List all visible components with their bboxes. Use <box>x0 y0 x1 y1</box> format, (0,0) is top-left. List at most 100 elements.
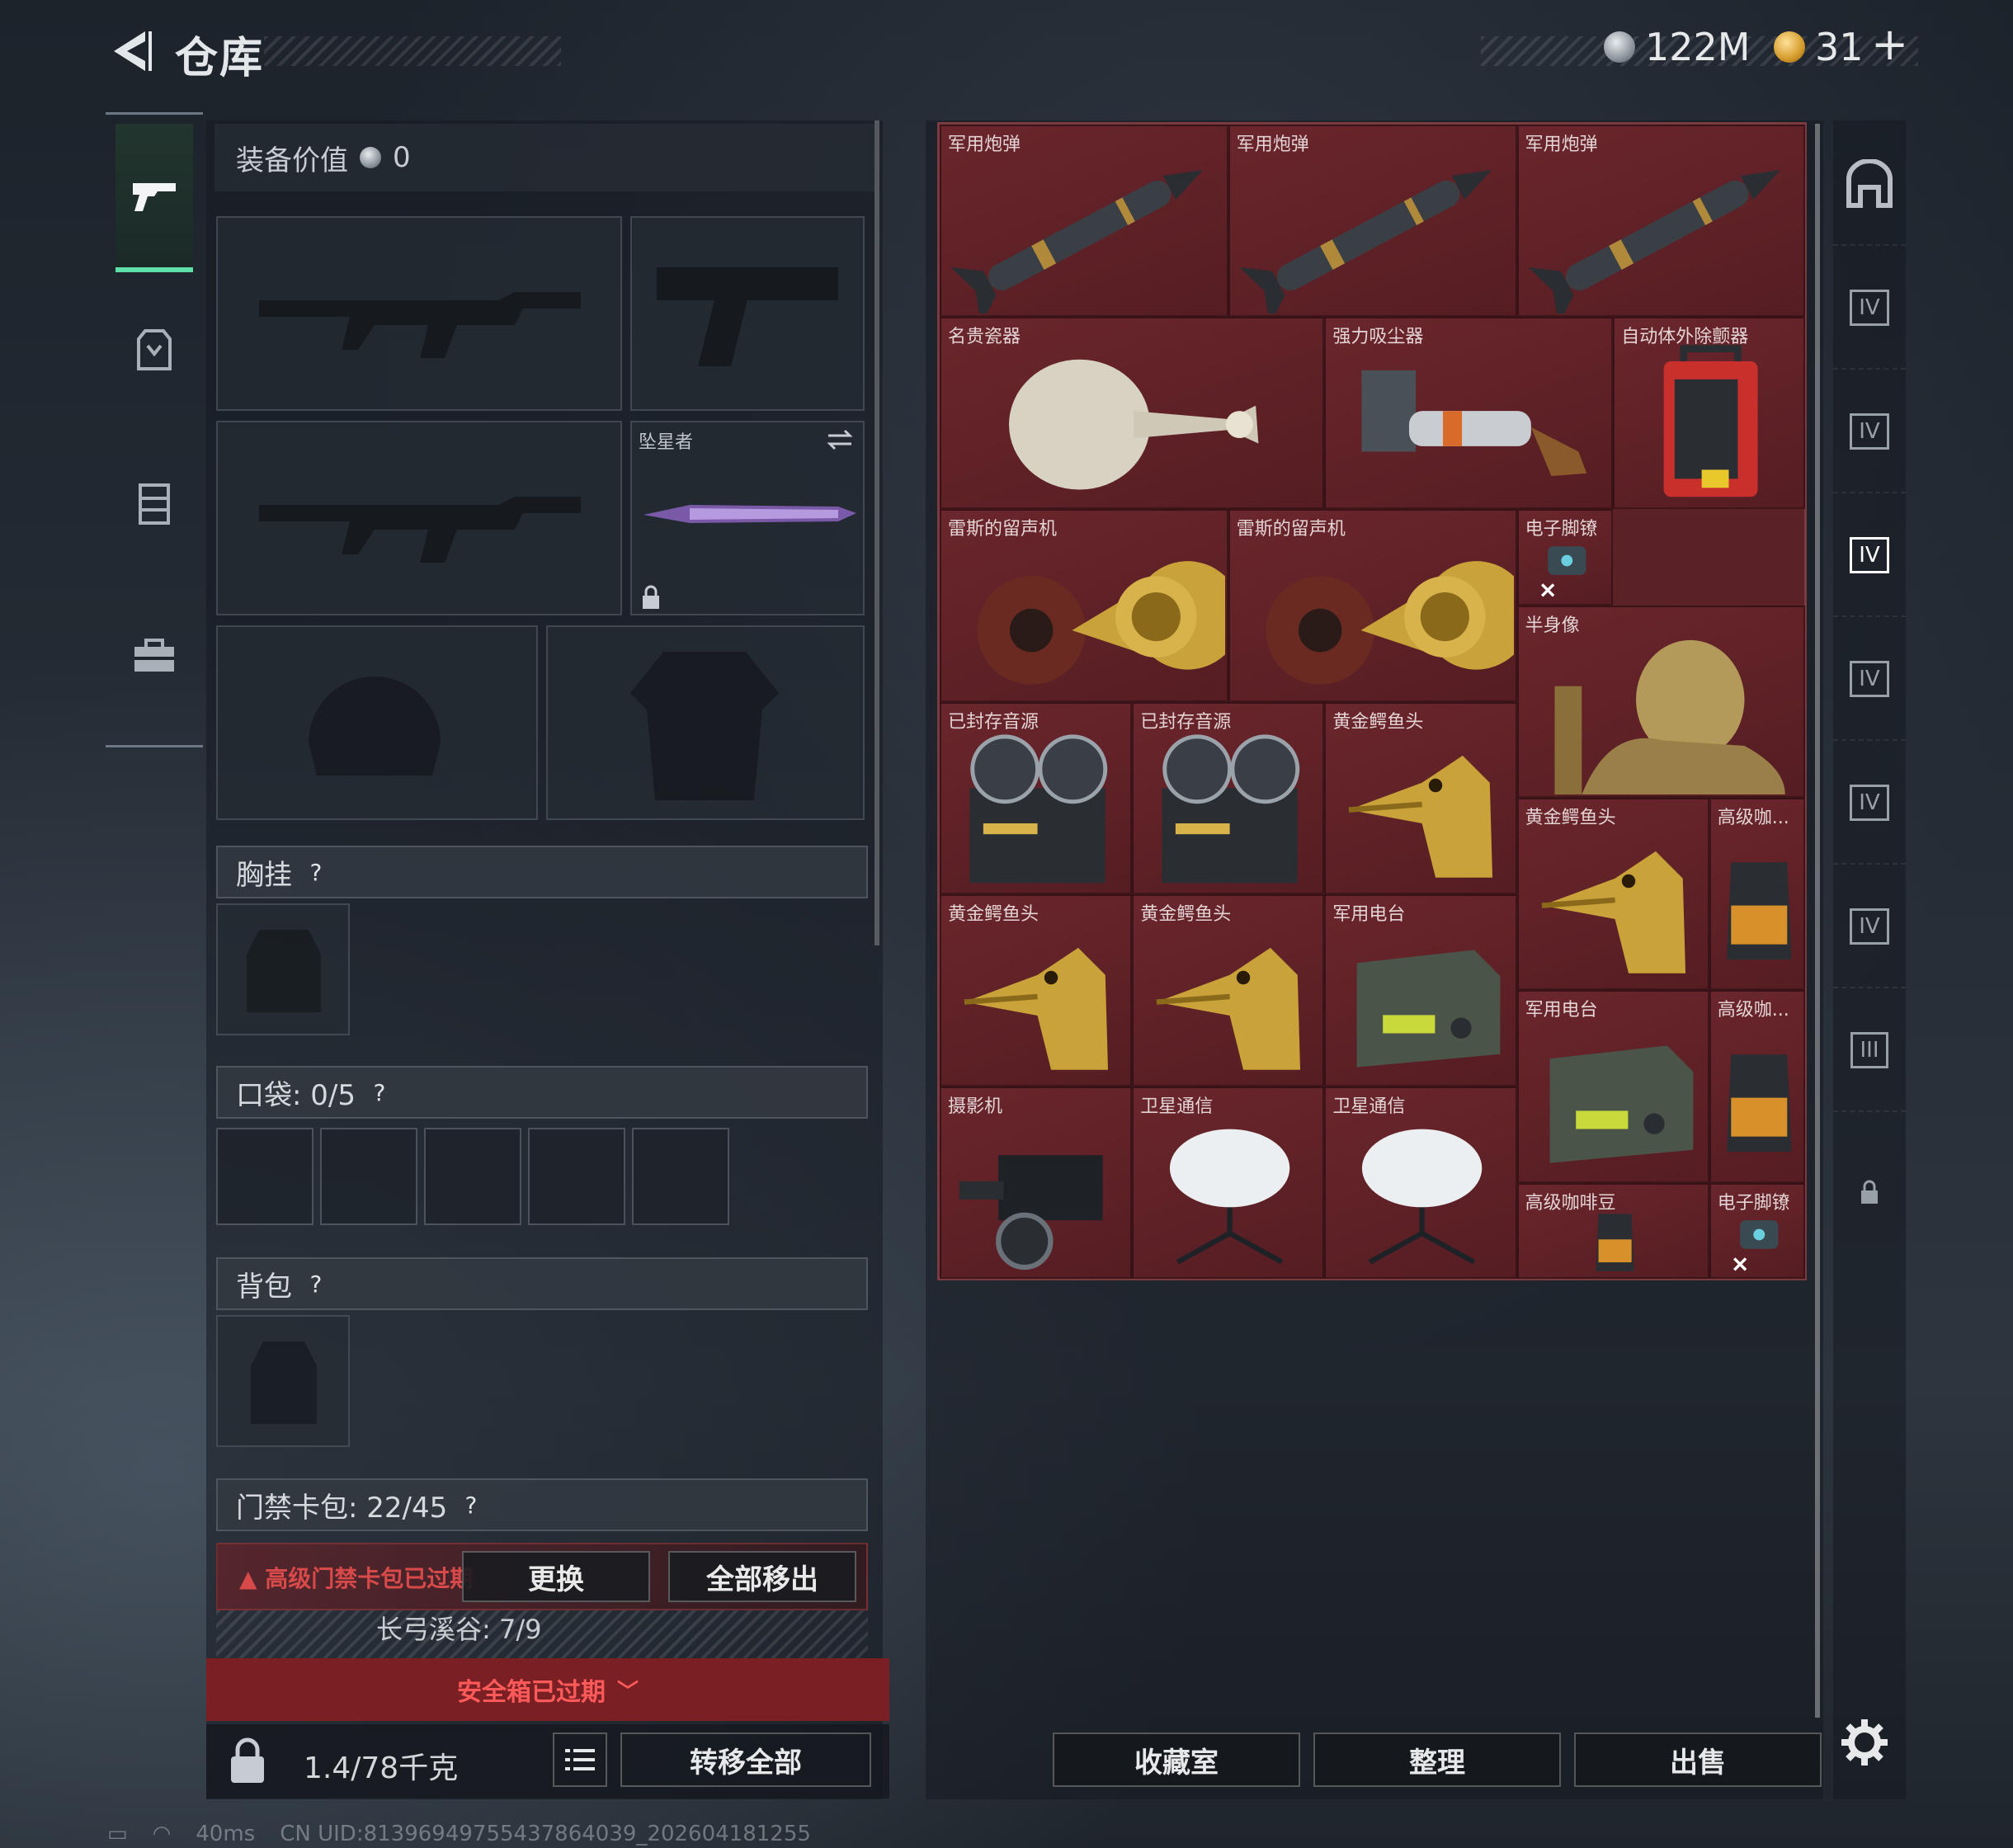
coin-amount: 122M <box>1645 25 1751 69</box>
pocket-slot[interactable] <box>216 1128 314 1225</box>
safebox-expired-text: 安全箱已过期 <box>456 1678 606 1707</box>
help-icon[interactable]: ? <box>449 1483 493 1527</box>
storage-item[interactable]: 雷斯的留声机 <box>940 509 1228 702</box>
storage-item[interactable]: 半身像 <box>1516 606 1806 799</box>
tab-storage-3[interactable]: IV <box>1833 495 1906 617</box>
body-armor-slot[interactable] <box>546 625 865 820</box>
help-icon[interactable]: ? <box>294 1261 338 1306</box>
tab-storage-1[interactable]: IV <box>1833 248 1906 370</box>
tab-storage-7[interactable]: III <box>1833 990 1906 1112</box>
storage-tab-icon: IV <box>1850 413 1889 450</box>
keycard-section: 门禁卡包: 22/45 ? <box>216 1478 868 1531</box>
armor-icon <box>137 329 172 370</box>
weight-lock-icon <box>224 1737 271 1786</box>
backpack-label: 背包 <box>236 1270 292 1304</box>
storage-item[interactable]: 黄金鳄鱼头 <box>1516 798 1709 991</box>
help-icon[interactable]: ? <box>357 1070 402 1115</box>
storage-tab-icon: III <box>1850 1032 1888 1068</box>
page-title: 仓库 <box>175 34 265 83</box>
storage-item[interactable]: 自动体外除颤器 <box>1613 317 1806 510</box>
storage-item[interactable]: 强力吸尘器 <box>1324 317 1614 510</box>
primary-weapon-slot[interactable] <box>216 216 622 411</box>
tab-locked[interactable] <box>1833 1130 1906 1254</box>
tab-storage-6[interactable]: IV <box>1833 866 1906 988</box>
transfer-all-button[interactable]: 转移全部 <box>620 1732 871 1787</box>
tab-storage-2[interactable]: IV <box>1833 371 1906 493</box>
sell-button[interactable]: 出售 <box>1574 1732 1822 1787</box>
rail-item-chest[interactable] <box>116 429 193 578</box>
chest-rig-section: 胸挂 ? <box>216 846 868 898</box>
storage-item[interactable]: 摄影机 <box>940 1087 1133 1280</box>
arrange-button[interactable]: 整理 <box>1313 1732 1561 1787</box>
rail-item-armor[interactable] <box>116 276 193 425</box>
rail-item-weapons[interactable] <box>116 124 193 272</box>
list-icon <box>565 1749 595 1770</box>
gear-icon <box>1841 1719 1888 1766</box>
pocket-slot[interactable] <box>528 1128 625 1225</box>
tab-storage-4[interactable]: IV <box>1833 619 1906 741</box>
storage-tab-icon: IV <box>1850 908 1889 945</box>
secondary-weapon-slot[interactable] <box>216 421 622 615</box>
rifle-silhouette-icon <box>259 292 581 358</box>
title-decoration <box>264 36 561 66</box>
home-vault-icon <box>1846 159 1893 208</box>
chest-rig-slot[interactable] <box>216 903 350 1035</box>
storage-tab-icon: IV <box>1850 537 1889 573</box>
pocket-slot[interactable] <box>320 1128 417 1225</box>
safebox-expired-bar[interactable]: 安全箱已过期 ﹀ <box>206 1658 889 1721</box>
swap-button[interactable]: 更换 <box>462 1551 650 1602</box>
storage-item[interactable]: 高级咖啡豆 <box>1516 1182 1709 1280</box>
storage-scrollbar[interactable] <box>1815 124 1820 1718</box>
settings-button[interactable] <box>1838 1716 1891 1769</box>
help-icon[interactable]: ? <box>294 850 338 894</box>
melee-slot[interactable]: 坠星者 <box>630 421 865 615</box>
backpack-slot[interactable] <box>216 1315 350 1447</box>
keycard-label: 门禁卡包: 22/45 <box>236 1491 448 1525</box>
storage-item[interactable]: 雷斯的留声机 <box>1228 509 1517 702</box>
helmet-silhouette-icon <box>309 676 441 776</box>
collection-room-button[interactable]: 收藏室 <box>1053 1732 1300 1787</box>
chest-rig-silhouette-icon <box>247 930 321 1012</box>
storage-item[interactable]: 黄金鳄鱼头 <box>940 893 1133 1087</box>
storage-item[interactable]: 军用电台 <box>1324 893 1517 1087</box>
lock-icon <box>643 585 659 609</box>
storage-item[interactable]: 军用炮弹 <box>1516 125 1806 318</box>
backpack-silhouette-icon <box>251 1341 317 1424</box>
helmet-slot[interactable] <box>216 625 538 820</box>
equipment-value: 0 <box>393 141 411 174</box>
vest-silhouette-icon <box>630 652 779 800</box>
storage-item[interactable]: 已封存音源 <box>1132 701 1325 894</box>
equipment-scrollbar[interactable] <box>874 120 879 945</box>
tab-storage-5[interactable]: IV <box>1833 742 1906 865</box>
pistol-slot[interactable] <box>630 216 865 411</box>
storage-item[interactable]: 黄金鳄鱼头 <box>1132 893 1325 1087</box>
pocket-slot[interactable] <box>632 1128 729 1225</box>
coin-icon <box>1604 31 1635 63</box>
storage-item[interactable]: 军用电台 <box>1516 990 1709 1183</box>
pocket-slot[interactable] <box>424 1128 521 1225</box>
storage-item[interactable]: 电子脚镣 <box>1516 509 1614 606</box>
carry-weight: 1.4/78千克 <box>304 1751 459 1785</box>
back-button[interactable] <box>106 25 155 78</box>
storage-item[interactable]: 已封存音源 <box>940 701 1133 894</box>
storage-item[interactable]: 卫星通信 <box>1324 1087 1517 1280</box>
add-currency-button[interactable]: + <box>1871 18 1908 70</box>
pocket-section: 口袋: 0/5 ? <box>216 1066 868 1119</box>
storage-item[interactable]: 卫星通信 <box>1132 1087 1325 1280</box>
knife-icon <box>644 505 856 523</box>
storage-item[interactable]: 名贵瓷器 <box>940 317 1325 510</box>
ping: 40ms <box>196 1822 256 1846</box>
storage-item[interactable]: 电子脚镣 <box>1709 1182 1806 1280</box>
storage-item[interactable]: 军用炮弹 <box>940 125 1228 318</box>
equipment-value-label: 装备价值 <box>236 144 348 177</box>
token-icon <box>1774 31 1805 63</box>
toolbox-icon <box>134 639 174 672</box>
storage-item[interactable]: 黄金鳄鱼头 <box>1324 701 1517 894</box>
rail-item-tools[interactable] <box>116 582 193 730</box>
storage-item[interactable]: 高级咖... <box>1709 798 1806 991</box>
storage-item[interactable]: 高级咖... <box>1709 990 1806 1183</box>
list-view-button[interactable] <box>553 1732 607 1787</box>
tab-all[interactable] <box>1833 124 1906 246</box>
storage-item[interactable]: 军用炮弹 <box>1228 125 1517 318</box>
move-all-button[interactable]: 全部移出 <box>668 1551 856 1602</box>
